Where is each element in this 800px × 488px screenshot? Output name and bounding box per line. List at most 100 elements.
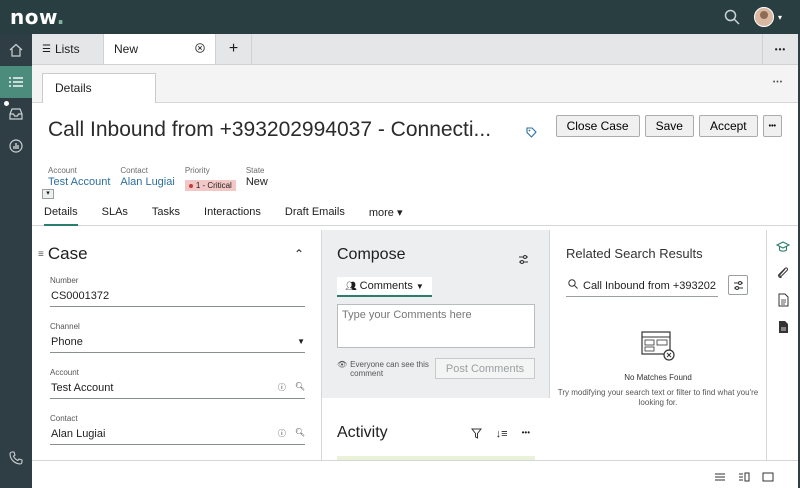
- file-icon[interactable]: [776, 320, 790, 334]
- activity-more-icon[interactable]: •••: [522, 428, 530, 442]
- no-results-illustration-icon: [641, 331, 675, 361]
- left-navigation: [0, 34, 32, 488]
- case-form: ≡ Case ⌃ Number CS0001372 Channel Phone ▼…: [32, 230, 322, 460]
- top-header: now. ▾: [0, 0, 800, 34]
- contact-link[interactable]: Alan Lugiai: [120, 176, 174, 188]
- plus-icon: +: [228, 40, 239, 57]
- priority-badge: 1 - Critical: [184, 180, 236, 191]
- number-field: Number CS0001372: [50, 276, 305, 307]
- workspace: ☰ Lists New + ••• Details ••• Call Inbou…: [32, 34, 798, 488]
- list-icon: [9, 77, 23, 87]
- tab-lists[interactable]: ☰ Lists: [32, 34, 104, 64]
- accept-button[interactable]: Accept: [698, 115, 758, 137]
- search-icon: [568, 279, 578, 292]
- phone-icon: [9, 451, 23, 465]
- related-search-panel: Related Search Results Call Inbound from…: [550, 230, 766, 460]
- contact-input[interactable]: Alan Lugiai ⓘ 🔍︎: [50, 423, 305, 445]
- content-panels: ≡ Case ⌃ Number CS0001372 Channel Phone ▼…: [32, 230, 798, 460]
- tab-slas[interactable]: SLAs: [102, 200, 128, 226]
- post-comments-button[interactable]: Post Comments: [435, 358, 535, 379]
- tab-details[interactable]: Details: [44, 200, 78, 226]
- lookup-search-icon[interactable]: 🔍︎: [295, 382, 305, 393]
- chevron-down-icon: ▼: [297, 337, 305, 346]
- tab-lists-label: Lists: [54, 42, 80, 56]
- visibility-note: 👁︎ Everyone can see this comment: [337, 360, 429, 378]
- subtab-more-button[interactable]: •••: [758, 73, 798, 87]
- attachment-icon[interactable]: [776, 266, 790, 280]
- list-nav-button[interactable]: [0, 66, 32, 98]
- account-input[interactable]: Test Account ⓘ 🔍︎: [50, 377, 305, 399]
- header-contact: Contact Alan Lugiai: [120, 166, 175, 188]
- home-icon: [9, 43, 23, 57]
- inbox-icon: [9, 108, 23, 120]
- list-icon: ☰: [42, 43, 51, 55]
- chevron-up-icon[interactable]: ⌃: [294, 247, 304, 261]
- no-matches-state: No Matches Found Try modifying your sear…: [550, 330, 766, 408]
- settings-sliders-icon: [733, 280, 743, 290]
- drag-handle-icon[interactable]: ≡: [38, 249, 44, 260]
- context-sidebar: [766, 230, 798, 460]
- split-layout-icon[interactable]: [738, 469, 750, 487]
- subtab-bar: Details •••: [32, 65, 798, 103]
- tag-icon[interactable]: [526, 125, 537, 143]
- search-filter-button[interactable]: [728, 275, 748, 295]
- no-match-title: No Matches Found: [624, 373, 692, 382]
- chevron-down-icon: ▼: [415, 281, 424, 291]
- lookup-search-icon[interactable]: 🔍︎: [295, 428, 305, 439]
- header-priority: Priority 1 - Critical: [184, 166, 236, 193]
- save-button[interactable]: Save: [644, 115, 694, 137]
- inbox-nav-button[interactable]: [0, 98, 32, 130]
- sort-icon[interactable]: ↓≡: [496, 428, 508, 442]
- account-link[interactable]: Test Account: [48, 176, 110, 188]
- new-tab-button[interactable]: +: [216, 34, 252, 64]
- subtab-details[interactable]: Details: [42, 73, 156, 103]
- channel-select[interactable]: Phone ▼: [50, 331, 305, 353]
- tab-tasks[interactable]: Tasks: [152, 200, 180, 226]
- document-icon[interactable]: [776, 293, 790, 307]
- tab-new-label: New: [114, 42, 139, 56]
- case-section-header: ≡ Case ⌃: [38, 244, 304, 264]
- comments-tab[interactable]: 👥︎ Comments ▼: [337, 277, 432, 297]
- header-collapse-toggle[interactable]: ▾: [42, 189, 54, 199]
- phone-nav-button[interactable]: [0, 442, 32, 474]
- close-case-button[interactable]: Close Case: [555, 115, 640, 137]
- servicenow-logo[interactable]: now.: [10, 5, 65, 29]
- related-search-input[interactable]: Call Inbound from +393202: [566, 275, 718, 297]
- single-column-layout-icon[interactable]: [714, 469, 726, 487]
- tabs-more-button[interactable]: •••: [762, 34, 798, 64]
- settings-sliders-icon[interactable]: [518, 252, 529, 270]
- reports-nav-button[interactable]: [0, 130, 32, 162]
- workspace-tabbar: ☰ Lists New + •••: [32, 34, 798, 65]
- user-avatar[interactable]: [753, 7, 774, 27]
- close-tab-icon[interactable]: [195, 42, 205, 56]
- compose-panel: Compose 👥︎ Comments ▼ Type your Comments…: [322, 230, 550, 460]
- more-actions-button[interactable]: •••: [762, 115, 782, 137]
- record-title: Call Inbound from +393202994037 - Connec…: [48, 118, 492, 141]
- number-input[interactable]: CS0001372: [50, 285, 305, 307]
- activity-section: Activity ↓≡ •••: [322, 398, 550, 460]
- record-header: Call Inbound from +393202994037 - Connec…: [32, 103, 798, 200]
- eye-icon: 👁︎: [337, 360, 348, 369]
- comment-textarea[interactable]: Type your Comments here: [337, 304, 535, 348]
- case-heading: Case: [47, 244, 88, 263]
- account-field: Account Test Account ⓘ 🔍︎: [50, 368, 305, 399]
- tab-interactions[interactable]: Interactions: [204, 200, 261, 226]
- people-icon: 👥︎: [345, 280, 357, 291]
- notification-dot: [4, 101, 9, 106]
- info-icon[interactable]: ⓘ: [278, 428, 286, 439]
- tab-draft-emails[interactable]: Draft Emails: [285, 200, 345, 226]
- filter-icon[interactable]: [470, 428, 482, 442]
- no-match-text: Try modifying your search text or filter…: [557, 388, 759, 407]
- global-search-icon[interactable]: [724, 9, 740, 25]
- chevron-down-icon[interactable]: ▾: [778, 13, 782, 22]
- compose-heading: Compose: [337, 246, 406, 263]
- tab-more[interactable]: more ▾: [369, 200, 403, 226]
- home-nav-button[interactable]: [0, 34, 32, 66]
- tab-new[interactable]: New: [104, 34, 216, 64]
- full-layout-icon[interactable]: [762, 469, 774, 487]
- info-icon[interactable]: ⓘ: [278, 382, 286, 393]
- header-state: State New: [245, 166, 268, 188]
- form-tabs: Details SLAs Tasks Interactions Draft Em…: [32, 200, 798, 226]
- channel-field: Channel Phone ▼: [50, 322, 305, 353]
- knowledge-icon[interactable]: [775, 240, 791, 254]
